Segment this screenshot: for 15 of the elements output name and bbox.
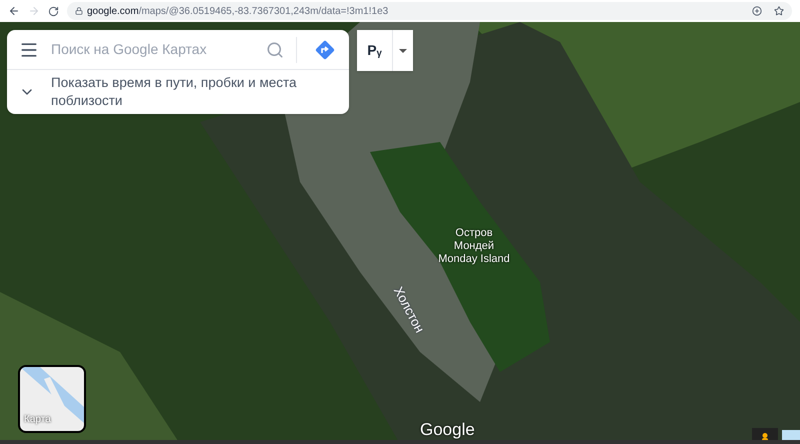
label-toggle-button[interactable]: Pᵧ (357, 30, 393, 71)
caret-icon (399, 48, 407, 52)
search-field[interactable]: Поиск на Google Картах (51, 39, 254, 60)
map-layer-button[interactable]: Карта (18, 365, 86, 433)
back-icon[interactable] (8, 5, 20, 17)
search-icon[interactable] (266, 40, 284, 58)
star-icon[interactable] (774, 6, 784, 16)
lock-icon (75, 7, 83, 15)
url-text: google.com/maps/@36.0519465,-83.7367301,243m/data=!3m1!1e3 (87, 4, 388, 18)
place-label: Остров Мондей Monday Island (437, 227, 511, 266)
reload-icon[interactable] (48, 6, 59, 16)
address-bar[interactable]: google.com/maps/@36.0519465,-83.7367301,243m/data=!3m1!1e3 (67, 2, 792, 20)
google-logo: Google (420, 420, 475, 440)
suggestion-text[interactable]: Показать время в пути, пробки и места поблизости (51, 74, 337, 110)
add-icon[interactable] (752, 6, 762, 16)
